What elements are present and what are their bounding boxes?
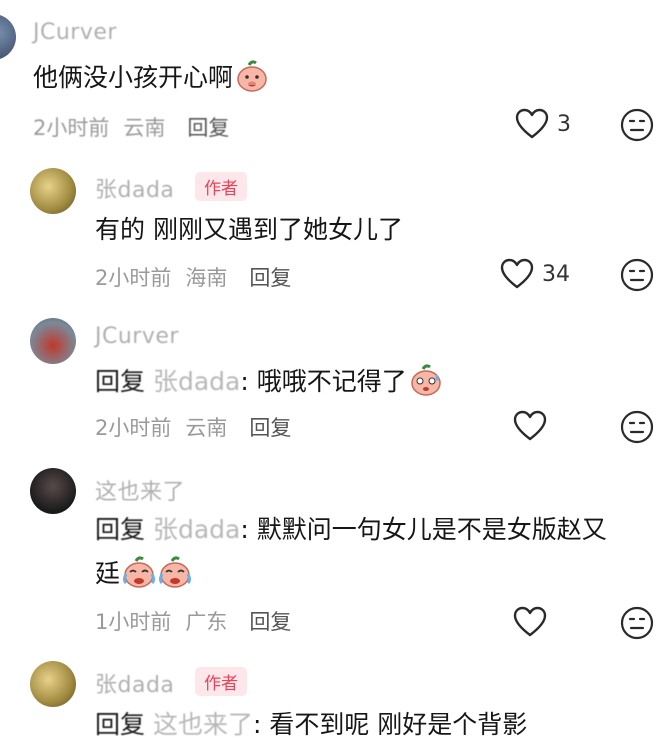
peach-sweat-emoji — [409, 364, 443, 410]
peach-cry-emoji — [122, 556, 156, 602]
peach-face-emoji — [235, 60, 269, 106]
reply-prefix: 回复 — [95, 515, 146, 544]
reply-target-username[interactable]: 张dada — [153, 515, 240, 544]
neutral-face-icon — [620, 606, 654, 640]
like-button[interactable] — [513, 410, 547, 442]
comment-text-body: 他俩没小孩开心啊 — [33, 63, 234, 92]
reply-button[interactable]: 回复 — [249, 266, 291, 290]
comment-time: 2小时前 — [95, 416, 172, 440]
avatar[interactable] — [0, 14, 16, 60]
comment-meta: 2小时前 海南 回复 — [95, 262, 305, 292]
reply-prefix: 回复 — [95, 367, 146, 396]
comment-3: JCurver 回复 张dada: 哦哦不记得了 2小时前 云南 回复 — [0, 310, 660, 460]
avatar[interactable] — [30, 468, 76, 514]
reply-target-username[interactable]: 这也来了 — [153, 710, 253, 739]
neutral-face-icon — [620, 410, 654, 444]
comment-5: 张dada 作者 回复 这也来了: 看不到呢 刚好是个背影 — [0, 655, 660, 750]
comment-meta: 2小时前 云南 回复 — [95, 412, 305, 442]
comment-meta: 2小时前 云南 回复 — [33, 112, 243, 142]
peach-cry-emoji — [158, 556, 192, 602]
dislike-button[interactable] — [620, 108, 654, 146]
reply-target-username[interactable]: 张dada — [153, 367, 240, 396]
like-count: 3 — [557, 111, 571, 137]
comment-text-body: 廷 — [95, 559, 121, 588]
username[interactable]: JCurver — [33, 20, 117, 45]
neutral-face-icon — [620, 258, 654, 292]
reply-prefix: 回复 — [95, 710, 146, 739]
comment-text: 有的 刚刚又遇到了她女儿了 — [95, 215, 403, 244]
username[interactable]: 张dada — [95, 667, 174, 699]
comment-text-body: : 看不到呢 刚好是个背影 — [252, 710, 528, 739]
like-button[interactable]: 34 — [500, 258, 570, 290]
dislike-button[interactable] — [620, 258, 654, 296]
comment-text-body: : 哦哦不记得了 — [240, 367, 407, 396]
like-button[interactable] — [513, 606, 547, 638]
reply-button[interactable]: 回复 — [187, 116, 229, 140]
comment-1: JCurver 他俩没小孩开心啊 2小时前 云南 回复 3 — [0, 0, 660, 160]
username[interactable]: JCurver — [95, 324, 179, 349]
comment-text-continued: 廷 — [95, 552, 192, 602]
comment-text: 回复 张dada: 默默问一句女儿是不是女版赵又 — [95, 508, 607, 552]
comment-4: 这也来了 回复 张dada: 默默问一句女儿是不是女版赵又 廷 1小时前 广东 回复 — [0, 460, 660, 655]
comment-text-body: : 默默问一句女儿是不是女版赵又 — [240, 515, 607, 544]
neutral-face-icon — [620, 108, 654, 142]
comment-2: 张dada 作者 有的 刚刚又遇到了她女儿了 2小时前 海南 回复 34 — [0, 160, 660, 310]
username[interactable]: 张dada — [95, 172, 174, 204]
heart-outline-icon — [513, 606, 547, 637]
dislike-button[interactable] — [620, 606, 654, 644]
like-count: 34 — [542, 261, 570, 287]
comment-time: 2小时前 — [95, 266, 172, 290]
comment-text: 回复 这也来了: 看不到呢 刚好是个背影 — [95, 703, 527, 747]
avatar[interactable] — [30, 661, 76, 707]
avatar[interactable] — [30, 318, 76, 364]
comment-location: 云南 — [185, 416, 228, 440]
comment-text: 他俩没小孩开心啊 — [33, 56, 269, 106]
avatar[interactable] — [30, 168, 76, 214]
heart-outline-icon — [500, 258, 534, 289]
dislike-button[interactable] — [620, 410, 654, 448]
author-badge: 作者 — [195, 172, 247, 201]
like-button[interactable]: 3 — [515, 108, 571, 140]
username[interactable]: 这也来了 — [95, 474, 185, 506]
comment-time: 1小时前 — [95, 610, 172, 634]
comment-time: 2小时前 — [33, 116, 110, 140]
heart-outline-icon — [513, 410, 547, 441]
comment-location: 广东 — [185, 610, 228, 634]
author-badge: 作者 — [195, 667, 247, 696]
comment-location: 云南 — [123, 116, 166, 140]
comment-meta: 1小时前 广东 回复 — [95, 606, 305, 636]
comment-location: 海南 — [185, 266, 228, 290]
heart-outline-icon — [515, 108, 549, 139]
reply-button[interactable]: 回复 — [249, 416, 291, 440]
comment-text: 回复 张dada: 哦哦不记得了 — [95, 360, 443, 410]
reply-button[interactable]: 回复 — [249, 610, 291, 634]
